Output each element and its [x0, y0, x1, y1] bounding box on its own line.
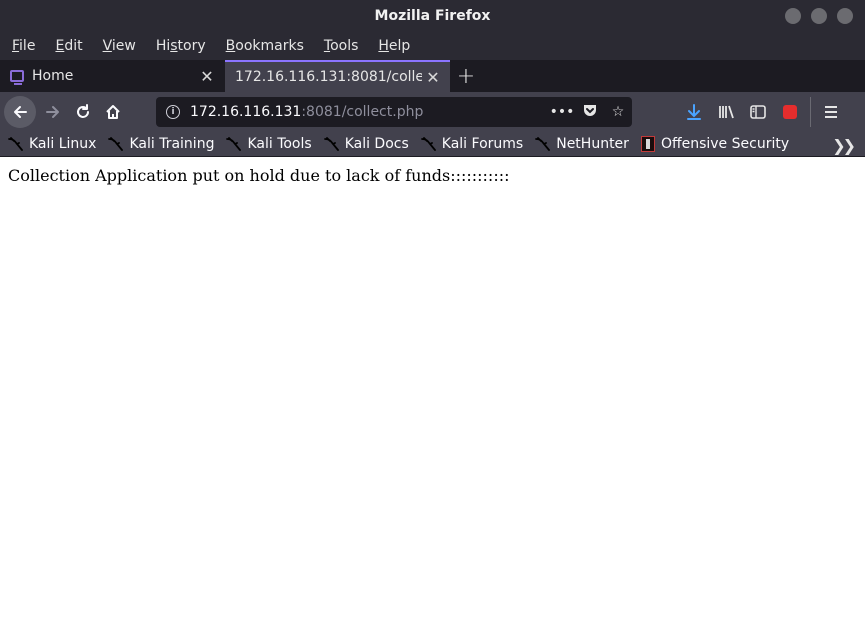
extension-icon	[783, 105, 797, 119]
tab-home[interactable]: Home ✕	[0, 60, 224, 92]
menu-tools[interactable]: Tools	[316, 38, 367, 54]
menu-help[interactable]: Help	[370, 38, 418, 54]
back-button[interactable]	[4, 96, 36, 128]
close-tab-icon[interactable]: ✕	[422, 68, 444, 87]
kali-dragon-icon	[535, 137, 551, 151]
menu-edit[interactable]: Edit	[47, 38, 90, 54]
tab-label: Home	[32, 68, 74, 84]
info-icon[interactable]: i	[166, 105, 180, 119]
pocket-icon[interactable]	[576, 102, 604, 122]
reload-button[interactable]	[68, 97, 98, 127]
bookmark-kali-docs[interactable]: Kali Docs	[323, 136, 409, 152]
library-button[interactable]	[710, 97, 742, 127]
open-menu-button[interactable]	[815, 97, 847, 127]
menu-bookmarks[interactable]: Bookmarks	[218, 38, 312, 54]
bookmark-kali-forums[interactable]: Kali Forums	[420, 136, 523, 152]
browser-window: Mozilla Firefox File Edit View History B…	[0, 0, 865, 637]
maximize-button[interactable]	[811, 8, 827, 24]
close-tab-icon[interactable]: ✕	[196, 67, 218, 86]
download-icon	[687, 104, 701, 120]
download-button[interactable]	[678, 97, 710, 127]
bookmark-kali-linux[interactable]: Kali Linux	[8, 136, 96, 152]
title-bar: Mozilla Firefox	[0, 0, 865, 32]
extension-button[interactable]	[774, 97, 806, 127]
tab-strip: Home ✕ 172.16.116.131:8081/collect.php ✕…	[0, 60, 865, 92]
tab-collect[interactable]: 172.16.116.131:8081/collect.php ✕	[225, 60, 450, 92]
bookmark-offensive-security[interactable]: Offensive Security	[640, 136, 789, 152]
url-path: :8081/collect.php	[301, 104, 424, 120]
tab-label: 172.16.116.131:8081/collect.php	[235, 69, 422, 85]
sidebar-icon	[750, 105, 766, 119]
bookmarks-toolbar: Kali Linux Kali Training Kali Tools Kali…	[0, 132, 865, 157]
page-message: Collection Application put on hold due t…	[8, 166, 510, 185]
chevron-double-right-icon[interactable]: ❯❯	[832, 136, 856, 155]
bookmark-nethunter[interactable]: NetHunter	[535, 136, 629, 152]
monitor-icon	[10, 70, 24, 85]
minimize-button[interactable]	[785, 8, 801, 24]
kali-dragon-icon	[420, 137, 436, 151]
arrow-right-icon	[46, 106, 59, 118]
home-icon	[106, 105, 120, 119]
url-host: 172.16.116.131	[190, 104, 302, 120]
page-content: Collection Application put on hold due t…	[0, 158, 865, 637]
close-window-button[interactable]	[837, 8, 853, 24]
kali-dragon-icon	[108, 137, 124, 151]
reload-icon	[77, 104, 89, 118]
arrow-left-icon	[14, 106, 27, 118]
menu-history[interactable]: History	[148, 38, 214, 54]
url-bar[interactable]: i 172.16.116.131:8081/collect.php ••• ☆	[156, 97, 632, 127]
home-button[interactable]	[98, 97, 128, 127]
bookmark-kali-training[interactable]: Kali Training	[108, 136, 214, 152]
offsec-icon	[640, 136, 655, 152]
window-controls	[785, 8, 853, 24]
forward-button[interactable]	[38, 97, 68, 127]
menu-file[interactable]: File	[4, 38, 43, 54]
more-actions-icon[interactable]: •••	[548, 104, 576, 120]
window-title: Mozilla Firefox	[374, 8, 491, 24]
star-bookmark-icon[interactable]: ☆	[604, 104, 632, 120]
library-icon	[719, 105, 734, 119]
navigation-toolbar: i 172.16.116.131:8081/collect.php ••• ☆	[0, 92, 865, 132]
toolbar-right	[678, 97, 847, 127]
menu-bar: File Edit View History Bookmarks Tools H…	[0, 32, 865, 60]
menu-view[interactable]: View	[95, 38, 144, 54]
kali-dragon-icon	[8, 137, 23, 151]
kali-dragon-icon	[226, 137, 242, 151]
bookmark-kali-tools[interactable]: Kali Tools	[226, 136, 312, 152]
new-tab-button[interactable]: +	[450, 60, 482, 92]
hamburger-menu-icon	[825, 106, 837, 118]
sidebar-button[interactable]	[742, 97, 774, 127]
kali-dragon-icon	[323, 137, 339, 151]
